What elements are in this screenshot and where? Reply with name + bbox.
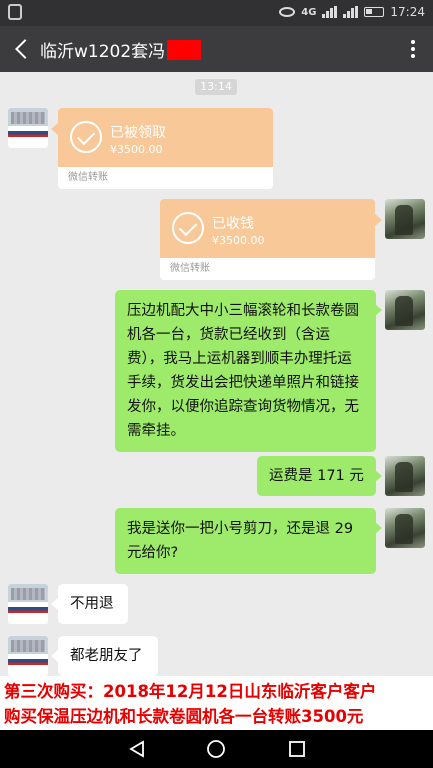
bubble-tail bbox=[51, 598, 58, 610]
transfer-label: 微信转账 bbox=[170, 263, 210, 274]
nav-home-icon[interactable] bbox=[206, 739, 226, 759]
system-nav-bar bbox=[0, 730, 433, 768]
check-circle-icon bbox=[172, 212, 204, 244]
annotation-caption: 第三次购买：2018年12月12日山东临沂客户客户 购买保温压边机和长款卷圆机各… bbox=[0, 676, 433, 730]
message-bubble[interactable]: 不用退 bbox=[58, 584, 128, 624]
transfer-card-body: 已收钱 ¥3500.00 bbox=[160, 199, 375, 258]
chat-header: 临沂w1202套冯 bbox=[0, 26, 433, 72]
chevron-left-icon[interactable] bbox=[15, 39, 35, 59]
notification-icon bbox=[8, 4, 22, 20]
my-avatar[interactable] bbox=[385, 456, 425, 496]
message-bubble[interactable]: 运费是 171 元 bbox=[257, 456, 376, 496]
transfer-card-collected[interactable]: 已收钱 ¥3500.00 微信转账 bbox=[160, 199, 375, 280]
contact-avatar[interactable] bbox=[8, 636, 48, 676]
bubble-tail bbox=[51, 123, 58, 135]
message-timestamp: 13:14 bbox=[195, 79, 237, 95]
transfer-status: 已收钱 bbox=[212, 216, 254, 232]
signal-icon-2 bbox=[343, 6, 359, 18]
bubble-tail bbox=[375, 214, 382, 226]
eye-comfort-icon bbox=[279, 7, 296, 17]
bubble-tail bbox=[375, 470, 382, 482]
transfer-status: 已被领取 bbox=[110, 125, 166, 141]
nav-recent-apps-icon[interactable] bbox=[288, 740, 306, 758]
my-avatar[interactable] bbox=[385, 508, 425, 548]
status-icons: 4G 17:24 bbox=[279, 5, 425, 19]
battery-icon bbox=[364, 7, 385, 17]
bubble-tail bbox=[375, 304, 382, 316]
more-vertical-icon[interactable] bbox=[411, 40, 415, 58]
transfer-card-body: 已被领取 ¥3500.00 bbox=[58, 108, 273, 167]
caption-line-2: 购买保温压边机和长款卷圆机各一台转账3500元 bbox=[4, 707, 364, 726]
transfer-amount: ¥3500.00 bbox=[212, 234, 265, 247]
message-bubble[interactable]: 我是送你一把小号剪刀，还是退 29 元给你? bbox=[115, 508, 376, 574]
contact-avatar[interactable] bbox=[8, 584, 48, 624]
message-bubble[interactable]: 压边机配大中小三幅滚轮和长款卷圆机各一台，货款已经收到（含运费），我马上运机器到… bbox=[115, 290, 376, 452]
bubble-tail bbox=[375, 522, 382, 534]
my-avatar[interactable] bbox=[385, 199, 425, 239]
transfer-label: 微信转账 bbox=[68, 172, 108, 183]
bubble-tail bbox=[51, 650, 58, 662]
caption-line-1: 第三次购买：2018年12月12日山东临沂客户客户 bbox=[4, 682, 377, 701]
check-circle-icon bbox=[70, 121, 102, 153]
transfer-amount: ¥3500.00 bbox=[110, 143, 163, 156]
contact-avatar[interactable] bbox=[8, 108, 48, 148]
status-bar: 4G 17:24 bbox=[0, 0, 433, 26]
signal-icon bbox=[322, 6, 338, 18]
clock: 17:24 bbox=[390, 5, 425, 19]
transfer-card-received[interactable]: 已被领取 ¥3500.00 微信转账 bbox=[58, 108, 273, 189]
message-bubble[interactable]: 都老朋友了 bbox=[58, 636, 158, 676]
my-avatar[interactable] bbox=[385, 290, 425, 330]
chat-title-wrap: 临沂w1202套冯 bbox=[40, 37, 202, 62]
nav-back-icon[interactable] bbox=[128, 740, 146, 758]
redacted-name-block bbox=[167, 39, 202, 60]
chat-title: 临沂w1202套冯 bbox=[40, 42, 166, 62]
network-type-label: 4G bbox=[301, 6, 317, 18]
